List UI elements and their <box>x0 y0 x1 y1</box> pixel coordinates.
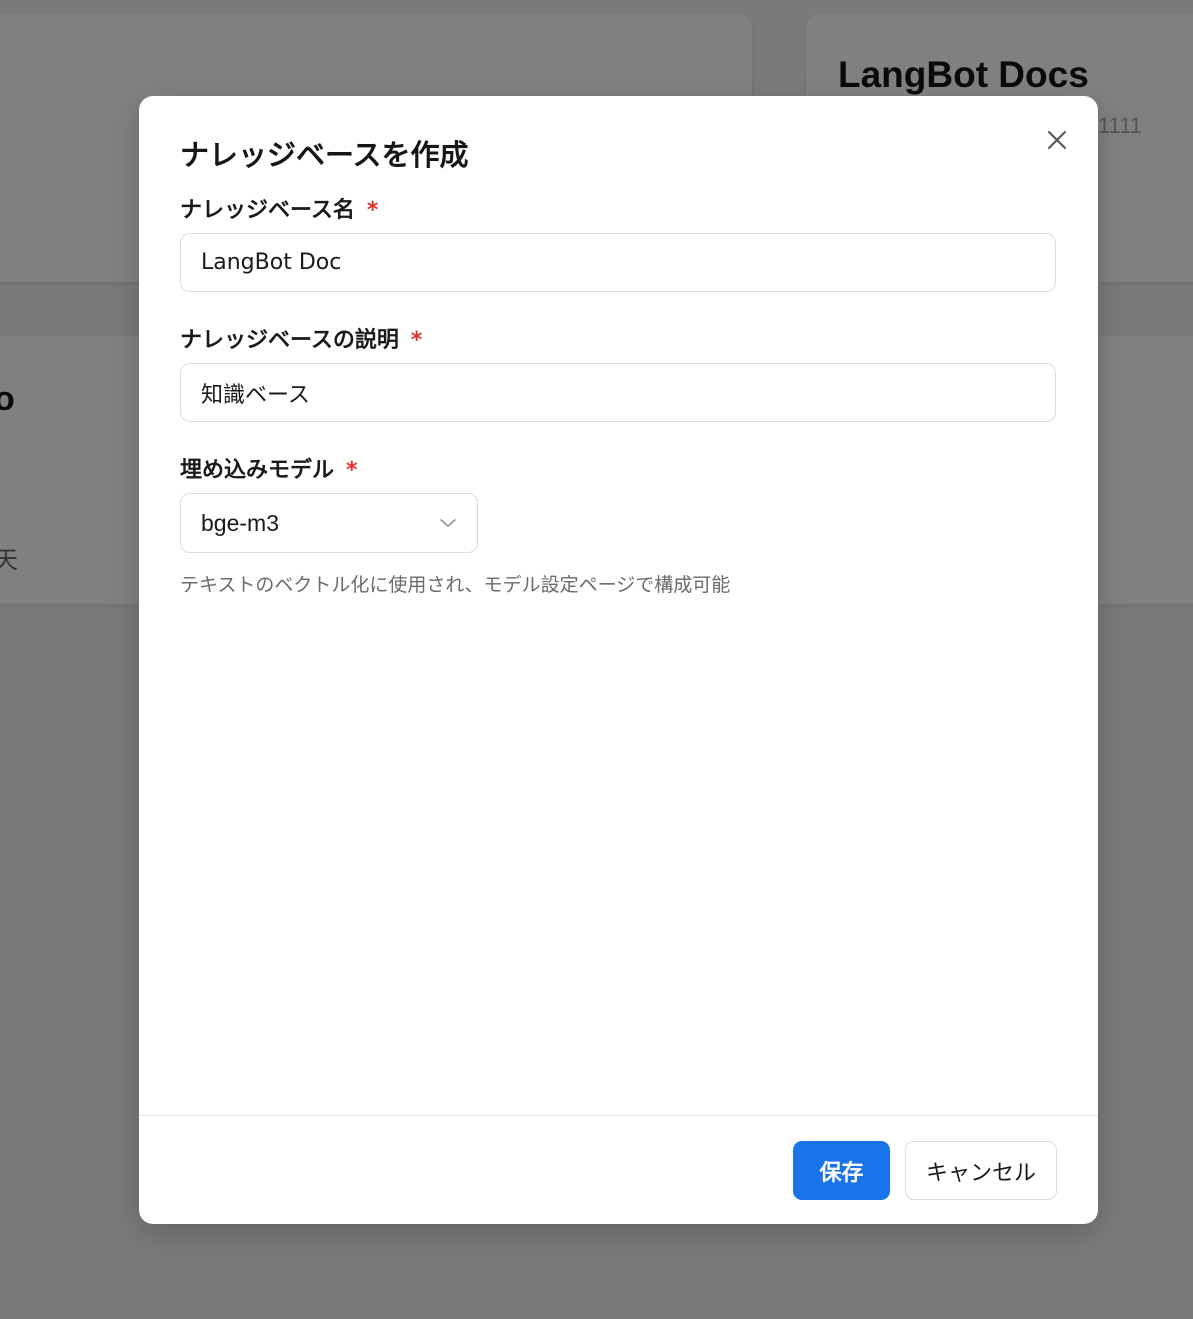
knowledge-base-name-input[interactable] <box>180 233 1056 292</box>
required-mark: * <box>346 458 358 483</box>
required-mark: * <box>410 328 423 353</box>
background-card-subtext: 1111 <box>1098 113 1143 138</box>
knowledge-base-description-input[interactable] <box>180 363 1056 422</box>
description-label-text: ナレッジベースの説明 <box>180 328 399 353</box>
name-field-label: ナレッジベース名 * <box>180 192 378 224</box>
name-label-text: ナレッジベース名 <box>180 198 355 223</box>
embedding-model-selected-value: bge-m3 <box>201 509 279 536</box>
create-knowledge-base-dialog: ナレッジベースを作成 ナレッジベース名 * ナレッジベースの説明 * 埋め込みモデル… <box>139 96 1098 1224</box>
embedding-model-helper-text: テキストのベクトル化に使用され、モデル設定ページで構成可能 <box>180 574 731 596</box>
cancel-button[interactable]: キャンセル <box>905 1141 1057 1200</box>
embedding-model-label-text: 埋め込みモデル <box>180 458 335 483</box>
background-text-fragment: 天 <box>0 546 18 574</box>
background-card-title: LangBot Docs <box>838 54 1089 95</box>
embedding-model-select[interactable]: bge-m3 <box>180 493 478 553</box>
embedding-model-field-label: 埋め込みモデル * <box>180 452 358 484</box>
save-button[interactable]: 保存 <box>793 1141 890 1200</box>
dialog-title: ナレッジベースを作成 <box>180 138 469 172</box>
footer-divider <box>139 1115 1098 1116</box>
close-button[interactable] <box>1039 122 1075 158</box>
close-icon <box>1048 131 1066 149</box>
background-text-fragment: o <box>0 380 15 418</box>
description-field-label: ナレッジベースの説明 * <box>180 322 422 354</box>
required-mark: * <box>366 198 379 223</box>
chevron-down-icon <box>440 519 456 527</box>
